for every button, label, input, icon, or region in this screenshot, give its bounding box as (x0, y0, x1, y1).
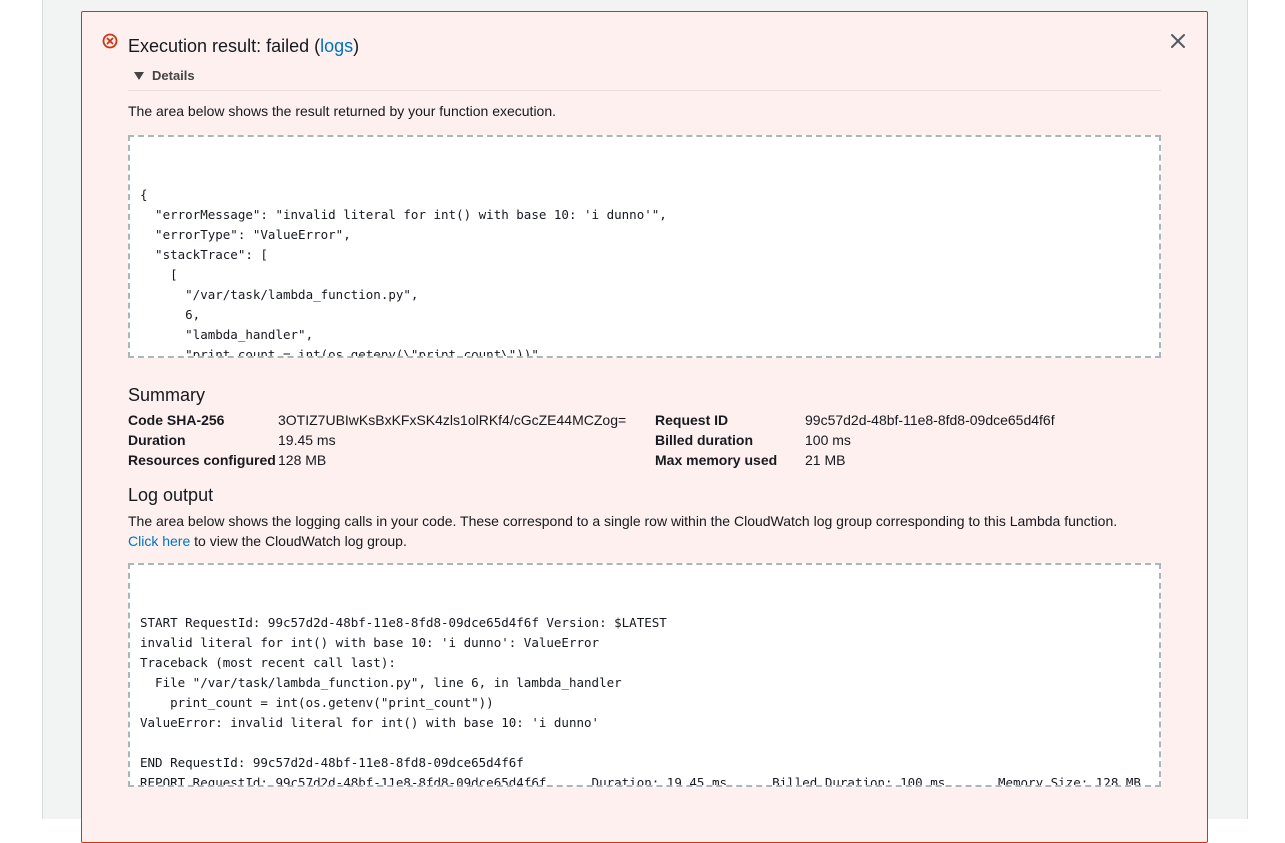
max-memory-label: Max memory used (655, 452, 778, 468)
billed-duration-label: Billed duration (655, 432, 753, 448)
request-id-label: Request ID (655, 412, 729, 428)
result-code: { "errorMessage": "invalid literal for i… (140, 187, 667, 358)
details-toggle[interactable]: Details (134, 68, 195, 83)
details-label: Details (152, 68, 195, 83)
error-circle-icon (102, 33, 118, 49)
log-output-text: START RequestId: 99c57d2d-48bf-11e8-8fd8… (140, 615, 1141, 787)
title-suffix: ) (353, 36, 360, 56)
result-description: The area below shows the result returned… (128, 103, 557, 119)
cloudwatch-link[interactable]: Click here (128, 533, 190, 549)
close-icon[interactable] (1169, 32, 1187, 50)
duration-value: 19.45 ms (278, 432, 336, 448)
details-divider (128, 90, 1161, 91)
duration-label: Duration (128, 432, 186, 448)
execution-result-panel: Execution result: failed (logs) Details … (81, 11, 1208, 843)
execution-result-title: Execution result: failed (logs) (128, 36, 359, 57)
log-output-heading: Log output (128, 485, 214, 505)
log-description-text: The area below shows the logging calls i… (128, 513, 1118, 529)
result-code-area[interactable]: { "errorMessage": "invalid literal for i… (128, 135, 1161, 358)
code-sha-value: 3OTIZ7UBIwKsBxKFxSK4zls1olRKf4/cGcZE44MC… (278, 412, 627, 428)
summary-heading: Summary (128, 385, 206, 405)
resources-value: 128 MB (278, 452, 327, 468)
caret-down-icon (134, 71, 144, 80)
billed-duration-value: 100 ms (805, 432, 851, 448)
logs-link[interactable]: logs (320, 36, 353, 56)
max-memory-value: 21 MB (805, 452, 846, 468)
log-description-suffix: to view the CloudWatch log group. (190, 533, 407, 549)
request-id-value: 99c57d2d-48bf-11e8-8fd8-09dce65d4f6f (805, 412, 1055, 428)
log-output-area[interactable]: START RequestId: 99c57d2d-48bf-11e8-8fd8… (128, 563, 1161, 787)
code-sha-label: Code SHA-256 (128, 412, 225, 428)
title-prefix: Execution result: failed ( (128, 36, 321, 56)
log-description: The area below shows the logging calls i… (128, 511, 1168, 551)
resources-label: Resources configured (128, 452, 276, 468)
